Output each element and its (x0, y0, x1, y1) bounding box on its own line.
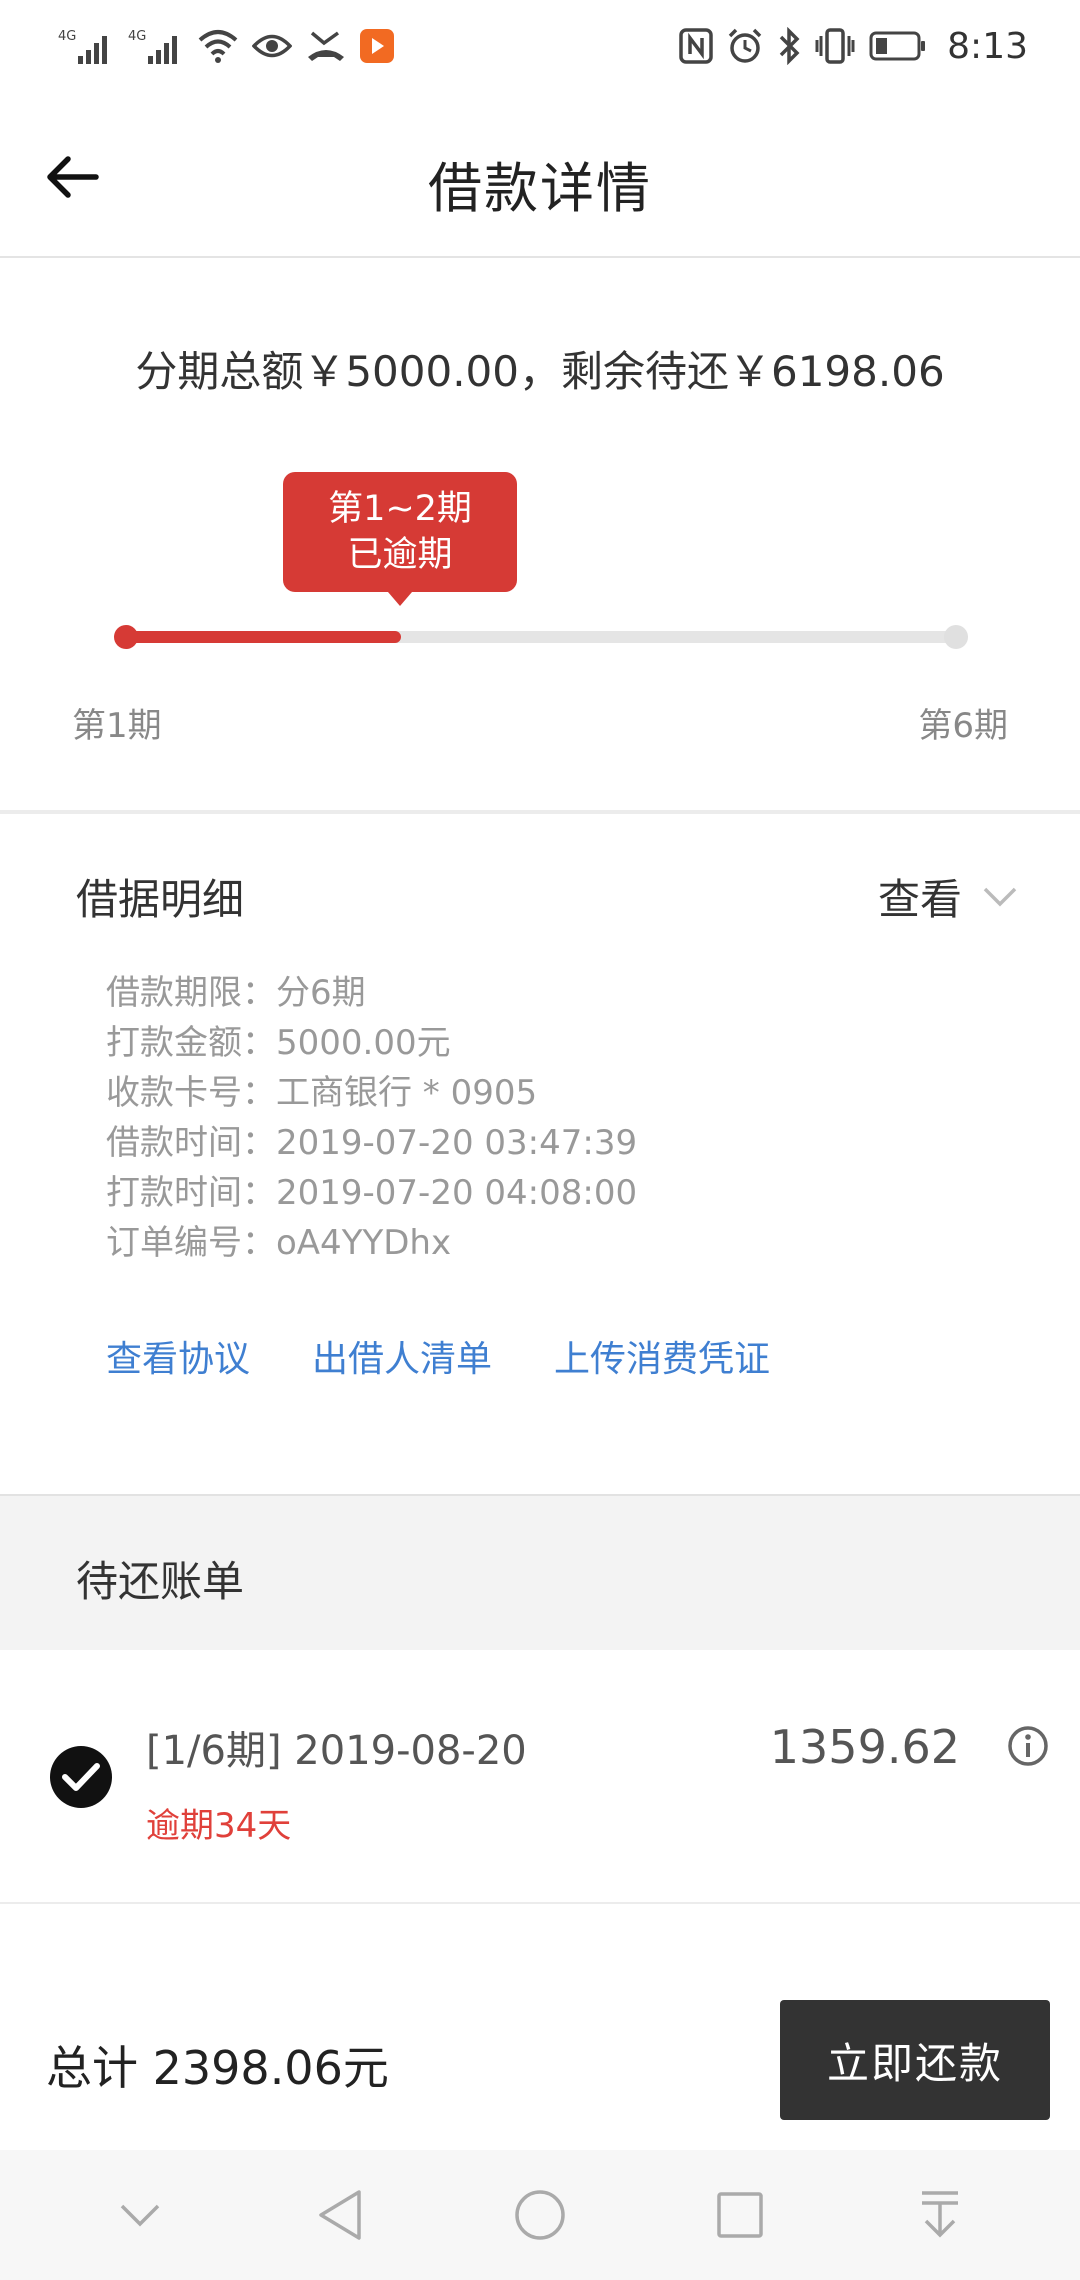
battery-icon (869, 24, 927, 68)
lender-list-link[interactable]: 出借人清单 (312, 1330, 492, 1382)
tooltip-status: 已逾期 (347, 535, 453, 575)
bluetooth-icon (777, 24, 801, 68)
detail-row-loan-time: 借款时间：2019-07-20 03:47:39 (106, 1123, 638, 1163)
loan-details-section: 借据明细 查看 借款期限：分6期 打款金额：5000.00元 收款卡号：工商银行… (0, 818, 1080, 1494)
summary-amounts: 分期总额￥5000.00，剩余待还￥6198.06 (135, 347, 945, 396)
checkbox-checked-icon[interactable] (50, 1746, 112, 1808)
chevron-down-icon[interactable] (100, 2175, 180, 2255)
info-icon[interactable] (1006, 1724, 1050, 1772)
signal-icon: 4G (128, 24, 184, 68)
home-circle-icon[interactable] (500, 2175, 580, 2255)
status-bar: 4G 4G 8:13 (0, 0, 1080, 92)
progress-fill (124, 631, 402, 643)
bill-amount: 1359.62 (769, 1720, 960, 1774)
missed-call-icon (306, 24, 346, 68)
payment-footer: 总计 2398.06元 立即还款 (0, 1904, 1080, 2150)
app-notification-icon (360, 24, 394, 68)
repay-now-button[interactable]: 立即还款 (780, 2000, 1050, 2120)
pending-bills-header: 待还账单 (0, 1494, 1080, 1650)
end-period-label: 第6期 (918, 706, 1008, 746)
view-toggle-label: 查看 (877, 875, 962, 924)
progress-end-dot (944, 625, 968, 649)
detail-row-payment-time: 打款时间：2019-07-20 04:08:00 (106, 1173, 638, 1213)
bill-period: [1/6期] 2019-08-20 (146, 1728, 527, 1774)
progress-start-dot (114, 625, 138, 649)
nfc-icon (679, 24, 713, 68)
details-links: 查看协议 出借人清单 上传消费凭证 (106, 1330, 770, 1382)
svg-text:4G: 4G (128, 29, 146, 44)
page-title: 借款详情 (428, 157, 652, 220)
loan-detail-screen: 4G 4G 8:13 借款详情 分期总额￥5000.00，剩余待还￥6198.0… (0, 0, 1080, 2280)
system-navigation-bar (0, 2150, 1080, 2280)
view-toggle[interactable]: 查看 (878, 866, 1018, 927)
notification-pull-down-icon[interactable] (900, 2175, 980, 2255)
total-amount: 总计 2398.06元 (46, 2041, 389, 2095)
wifi-icon (198, 24, 238, 68)
bill-overdue-status: 逾期34天 (146, 1806, 292, 1846)
details-list: 借款期限：分6期 打款金额：5000.00元 收款卡号：工商银行 * 0905 … (106, 968, 637, 1268)
alarm-icon (727, 24, 763, 68)
tooltip-period: 第1~2期 (328, 489, 472, 529)
view-agreement-link[interactable]: 查看协议 (106, 1330, 250, 1382)
detail-row-card: 收款卡号：工商银行 * 0905 (106, 1073, 538, 1113)
detail-row-amount: 打款金额：5000.00元 (106, 1023, 451, 1063)
overdue-tooltip: 第1~2期 已逾期 (283, 472, 517, 606)
details-title: 借据明细 (76, 875, 245, 924)
svg-text:4G: 4G (58, 29, 76, 44)
top-nav-bar: 借款详情 (0, 92, 1080, 258)
upload-receipt-link[interactable]: 上传消费凭证 (554, 1330, 770, 1382)
back-triangle-icon[interactable] (300, 2175, 380, 2255)
signal-icon: 4G (58, 24, 114, 68)
vibrate-icon (815, 24, 855, 68)
recents-square-icon[interactable] (700, 2175, 780, 2255)
clock-time: 8:13 (947, 25, 1028, 67)
progress-track (124, 631, 956, 643)
pending-bills-title: 待还账单 (76, 1557, 245, 1606)
installment-summary: 分期总额￥5000.00，剩余待还￥6198.06 第1~2期 已逾期 第1期 … (0, 260, 1080, 814)
bill-row[interactable]: [1/6期] 2019-08-20 逾期34天 1359.62 (0, 1650, 1080, 1904)
chevron-down-icon (983, 887, 1017, 906)
detail-row-term: 借款期限：分6期 (106, 973, 366, 1013)
detail-row-order-id: 订单编号：oA4YYDhx (106, 1223, 452, 1263)
eye-icon (252, 24, 292, 68)
start-period-label: 第1期 (72, 706, 162, 746)
